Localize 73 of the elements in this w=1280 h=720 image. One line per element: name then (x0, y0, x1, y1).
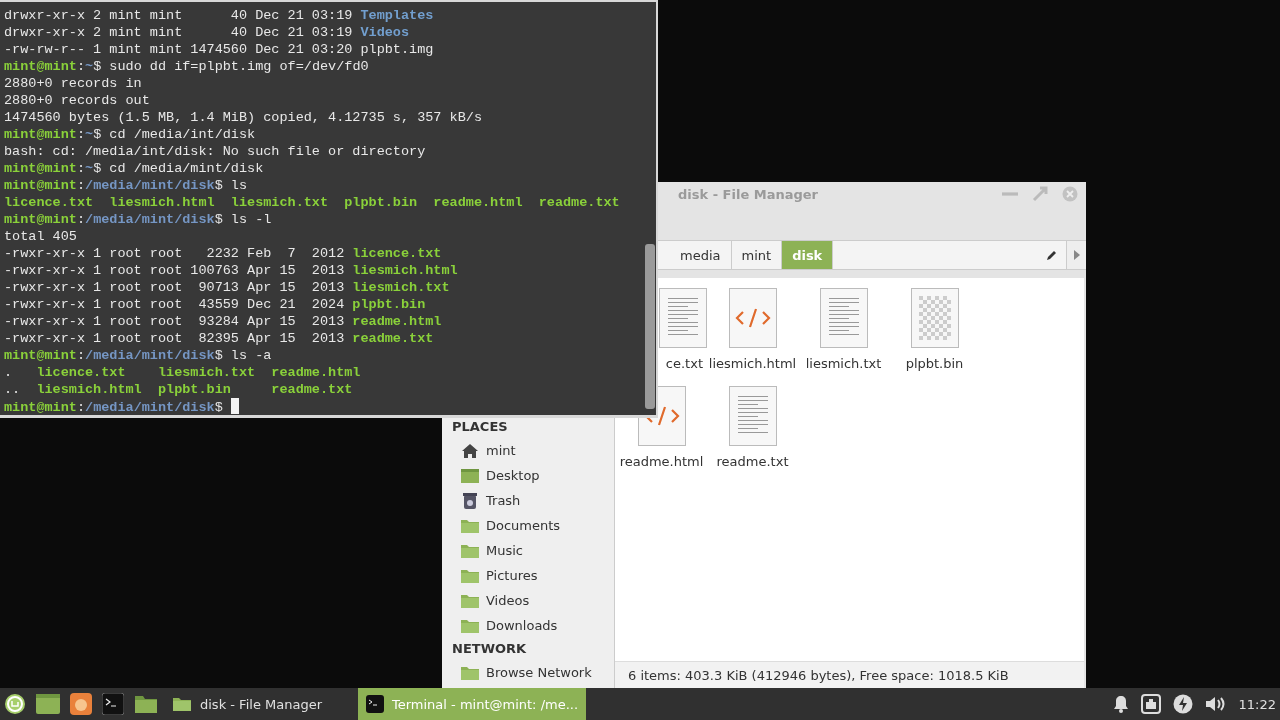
terminal-line: 1474560 bytes (1.5 MB, 1.4 MiB) copied, 4.12735 s, 357 kB/s (4, 109, 482, 126)
volume-icon[interactable] (1204, 695, 1227, 713)
text-file-icon (728, 386, 777, 446)
terminal-line: -rwxr-xr-x 1 root root 82395 Apr 15 2013 readme.txt (4, 330, 434, 347)
home-icon (461, 442, 479, 459)
file-name[interactable]: liesmich.html (708, 356, 797, 371)
sidebar-item[interactable]: Videos (486, 593, 530, 608)
terminal-line: mint@mint:/media/mint/disk$ (4, 398, 239, 416)
terminal-line: 2880+0 records out (4, 92, 150, 109)
folder-icon (460, 664, 480, 681)
terminal-line: . licence.txt liesmich.txt readme.html (4, 364, 361, 381)
sidebar-item[interactable]: Documents (486, 518, 561, 533)
terminal-icon (366, 695, 384, 713)
text-file-icon (819, 288, 868, 348)
folder-icon (460, 542, 480, 559)
text-file-icon (659, 288, 707, 348)
folder-icon (460, 617, 480, 634)
terminal-line: bash: cd: /media/int/disk: No such file or directory (4, 143, 426, 160)
taskbar-window-button[interactable]: disk - File Manager (164, 688, 358, 720)
code-file-icon (728, 288, 777, 348)
terminal-icon[interactable] (102, 693, 124, 715)
scroll-right-button[interactable] (1066, 241, 1086, 269)
terminal-line: -rw-rw-r-- 1 mint mint 1474560 Dec 21 03:20 plpbt.img (4, 41, 434, 58)
terminal-line: mint@mint:/media/mint/disk$ ls -a (4, 347, 272, 364)
sidebar-heading: PLACES (451, 418, 509, 436)
network-icon[interactable] (1140, 694, 1161, 714)
status-bar: 6 items: 403.3 KiB (412946 bytes), Free space: 1018.5 KiB (615, 661, 1084, 688)
folder-icon (460, 567, 480, 584)
terminal-line: mint@mint:/media/mint/disk$ ls -l (4, 211, 272, 228)
terminal-line: drwxr-xr-x 2 mint mint 40 Dec 21 03:19 Templates (4, 7, 434, 24)
file-name[interactable]: ce.txt (665, 356, 703, 371)
arrow-right-icon (1073, 250, 1080, 260)
terminal-line: mint@mint:/media/mint/disk$ ls (4, 177, 248, 194)
terminal-line: total 405 (4, 228, 77, 245)
browser-icon[interactable] (70, 693, 92, 715)
terminal-line: mint@mint:~$ cd /media/int/disk (4, 126, 256, 143)
desktop-icon (460, 467, 480, 484)
terminal-line: .. liesmich.html plpbt.bin readme.txt (4, 381, 353, 398)
folder-icon (460, 592, 480, 609)
sidebar-heading: NETWORK (451, 640, 528, 658)
bell-icon[interactable] (1112, 695, 1129, 713)
terminal-line: mint@mint:~$ sudo dd if=plpbt.img of=/dev/fd0 (4, 58, 369, 75)
terminal-line: 2880+0 records in (4, 75, 142, 92)
folder-icon[interactable] (134, 694, 158, 714)
folder-icon (172, 696, 192, 712)
terminal-line: -rwxr-xr-x 1 root root 43559 Dec 21 2024 plpbt.bin (4, 296, 426, 313)
lightning-icon[interactable] (1172, 694, 1193, 714)
checkered-file-icon (910, 288, 959, 348)
terminal-line: licence.txt liesmich.html liesmich.txt plpbt.bin readme.html readme.txt (4, 194, 620, 211)
sidebar-item[interactable]: mint (486, 443, 516, 458)
terminal-line: -rwxr-xr-x 1 root root 90713 Apr 15 2013 liesmich.txt (4, 279, 450, 296)
folder-icon (460, 517, 480, 534)
scrollbar-thumb[interactable] (645, 244, 655, 409)
sidebar-item[interactable]: Desktop (486, 468, 540, 483)
pencil-icon[interactable] (1046, 249, 1058, 261)
terminal-line: -rwxr-xr-x 1 root root 2232 Feb 7 2012 licence.txt (4, 245, 442, 262)
sidebar-item[interactable]: Music (486, 543, 523, 558)
sidebar-item[interactable]: Trash (486, 493, 521, 508)
terminal-line: -rwxr-xr-x 1 root root 93284 Apr 15 2013 readme.html (4, 313, 442, 330)
file-name[interactable]: readme.txt (716, 454, 789, 469)
file-name[interactable]: plpbt.bin (905, 356, 964, 371)
start-menu-icon[interactable] (4, 693, 26, 715)
file-name[interactable]: liesmich.txt (805, 356, 882, 371)
file-name[interactable]: readme.html (619, 454, 704, 469)
trash-icon (462, 491, 478, 510)
sidebar-item[interactable]: Pictures (486, 568, 538, 583)
sidebar-item[interactable]: Browse Network (486, 665, 592, 680)
window-title: disk - File Manager (678, 186, 819, 202)
terminal-line: -rwxr-xr-x 1 root root 100763 Apr 15 2013 liesmich.html (4, 262, 458, 279)
terminal-line: mint@mint:~$ cd /media/mint/disk (4, 160, 264, 177)
terminal-line: drwxr-xr-x 2 mint mint 40 Dec 21 03:19 Videos (4, 24, 410, 41)
clock[interactable]: 11:22 (1238, 696, 1276, 712)
sidebar-item[interactable]: Downloads (486, 618, 558, 633)
